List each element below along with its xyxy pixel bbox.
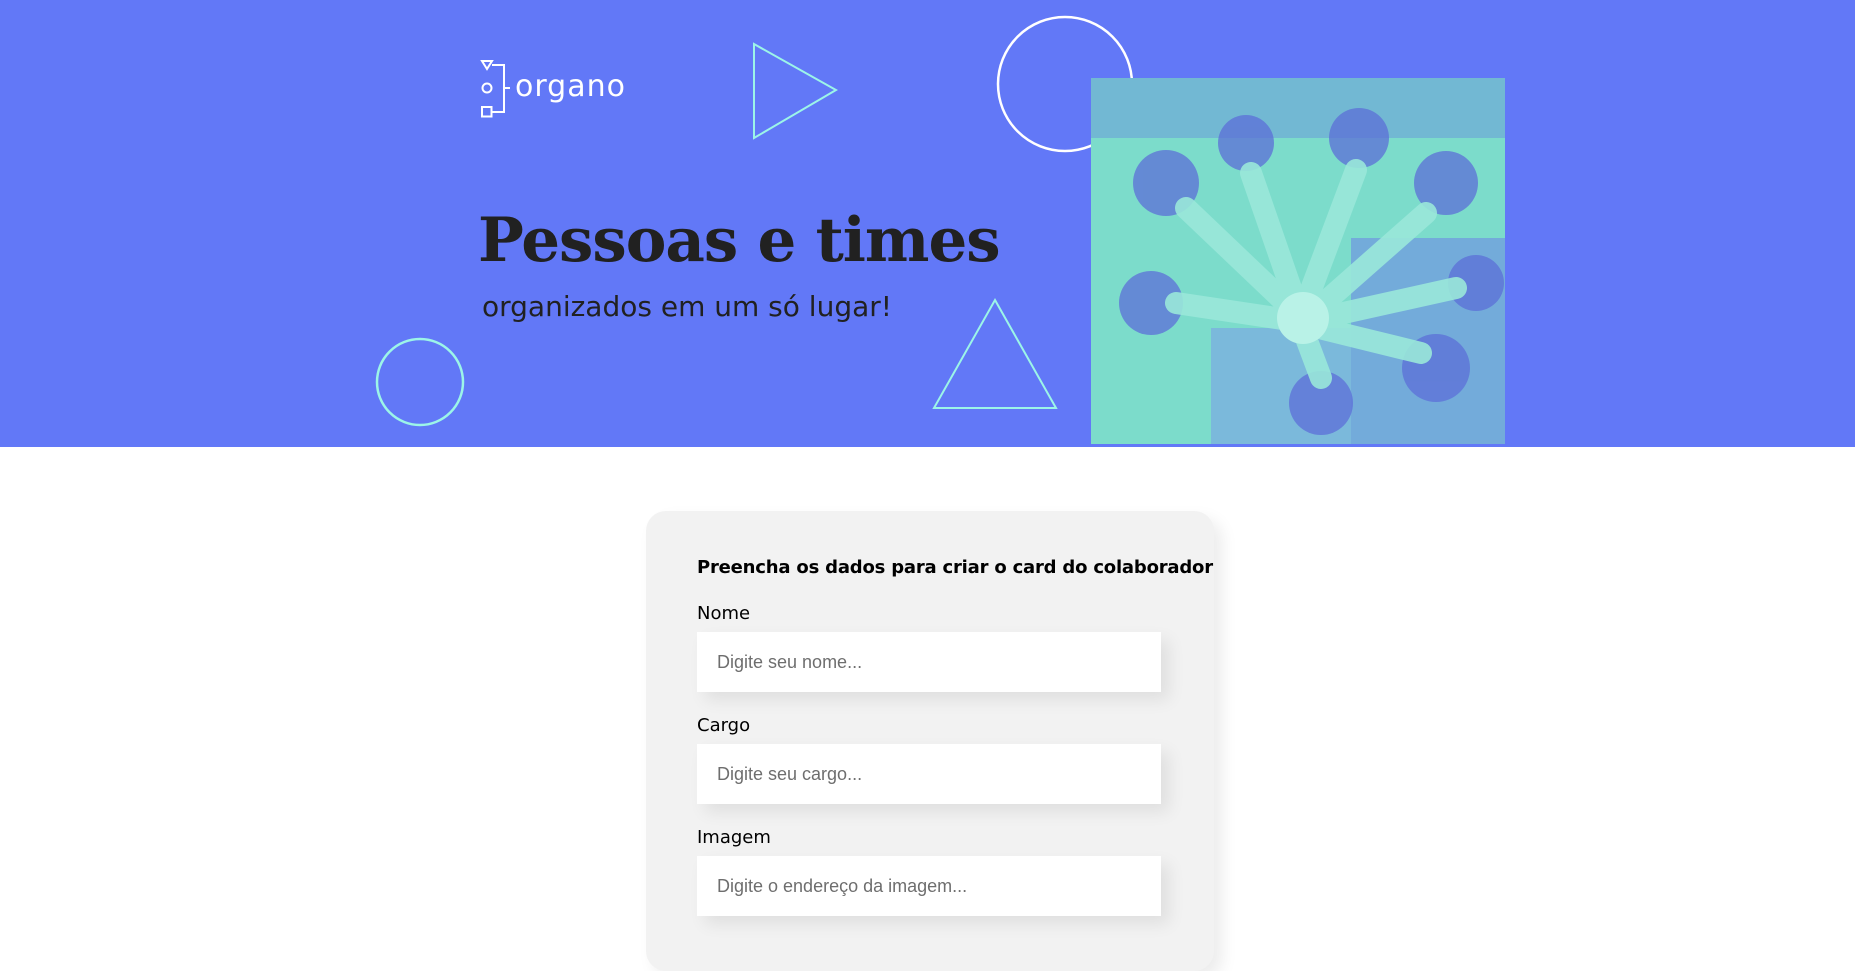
triangle-right-shape <box>753 42 839 140</box>
org-chart-icon <box>480 60 510 118</box>
team-hands-illustration <box>1091 78 1505 444</box>
form-title: Preencha os dados para criar o card do c… <box>697 557 1213 578</box>
small-circle-shape <box>375 337 465 427</box>
name-label: Nome <box>697 603 751 624</box>
logo-text: organo <box>515 68 626 104</box>
collaborator-form: Preencha os dados para criar o card do c… <box>646 511 1214 971</box>
image-url-input[interactable] <box>697 856 1161 916</box>
role-input[interactable] <box>697 744 1161 804</box>
team-photo <box>1091 78 1505 444</box>
role-label: Cargo <box>697 715 751 736</box>
image-label: Imagem <box>697 827 771 848</box>
organo-logo: organo <box>480 58 626 120</box>
name-input[interactable] <box>697 632 1161 692</box>
page-headline: Pessoas e times <box>478 205 1001 276</box>
hero-banner: organo Pessoas e times organizados em um… <box>0 0 1855 447</box>
page-subheadline: organizados em um só lugar! <box>482 290 892 323</box>
triangle-up-shape <box>932 297 1058 409</box>
